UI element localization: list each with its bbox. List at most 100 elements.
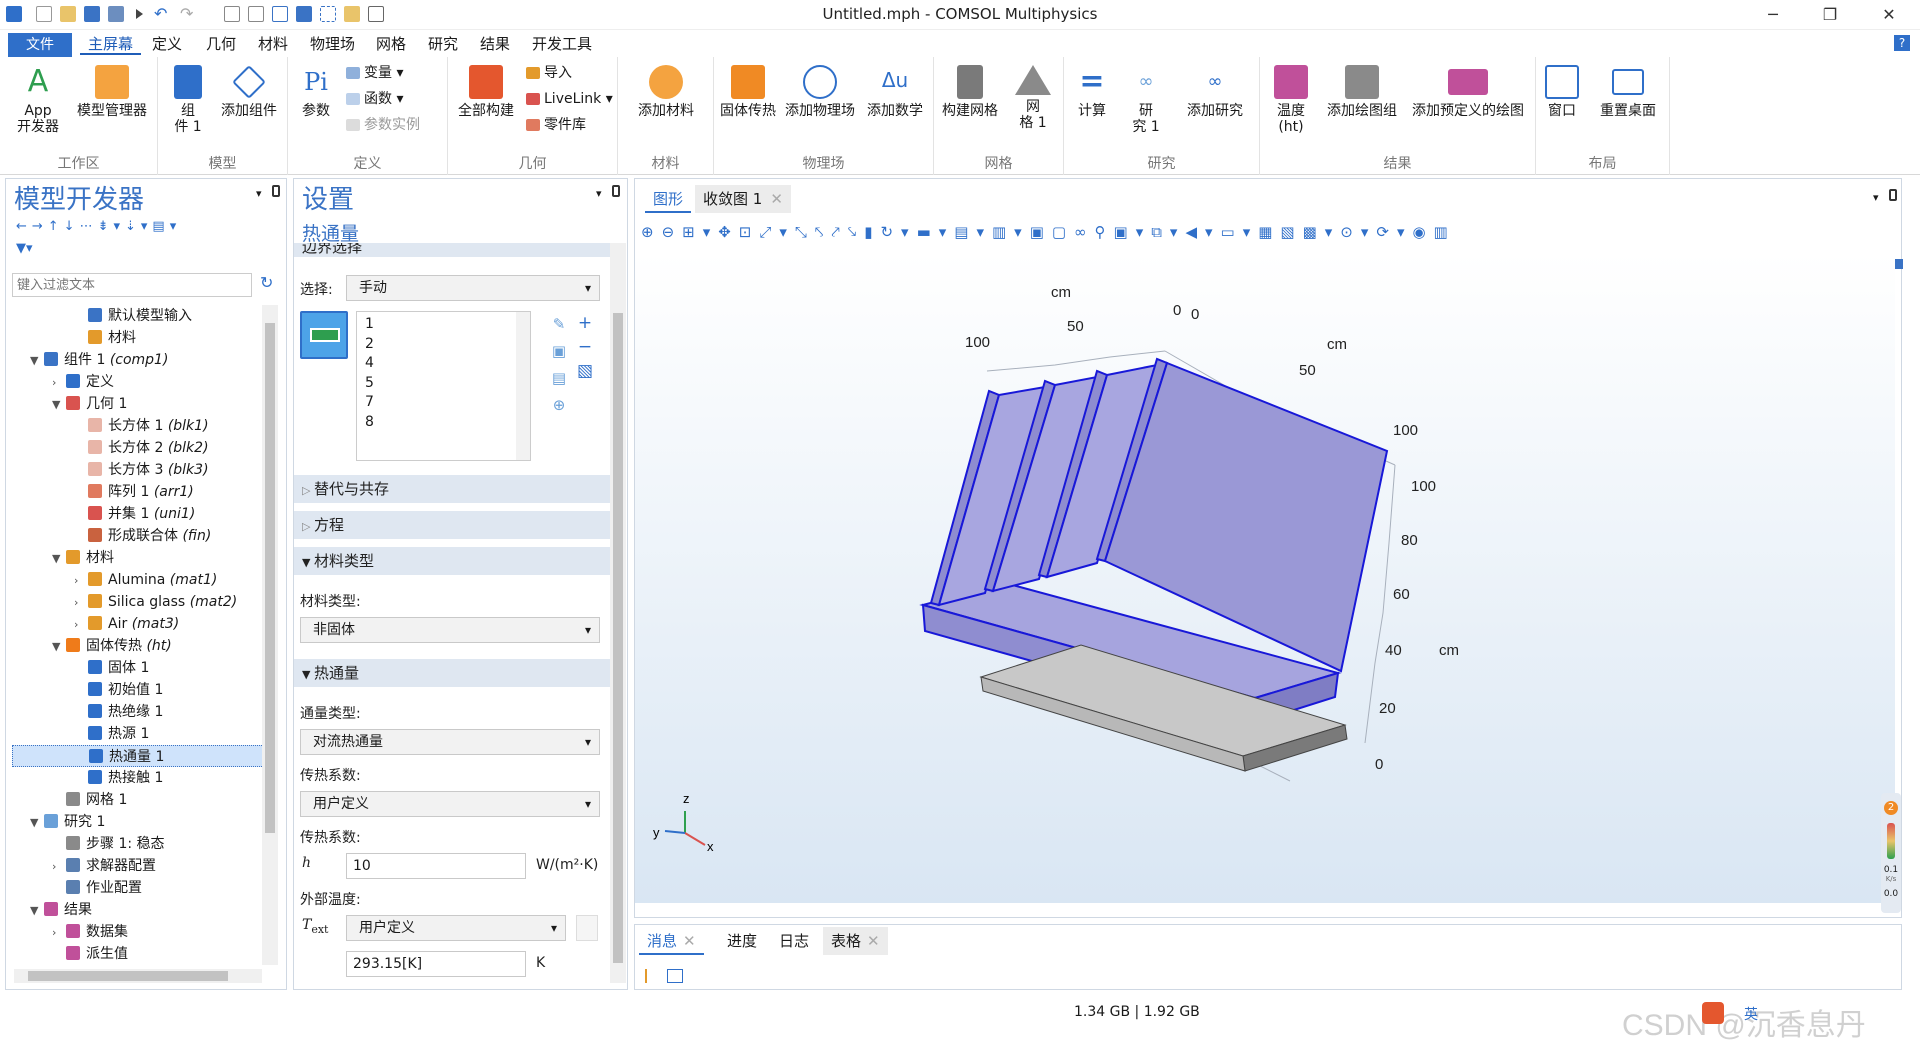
tree-item[interactable]: 默认模型输入 xyxy=(12,305,264,327)
messages-window-icon[interactable] xyxy=(667,969,683,983)
filter-tree-icon[interactable]: ▼▾ xyxy=(16,241,33,256)
tree-item[interactable]: 网格 1 xyxy=(12,789,264,811)
menu-results[interactable]: 结果 xyxy=(472,33,518,55)
expand-caret-icon[interactable]: › xyxy=(74,570,88,592)
study-1-button[interactable]: ∞ 研 究 1 xyxy=(1120,65,1172,135)
tree-item[interactable]: 材料 xyxy=(12,327,264,349)
material-type-section[interactable]: ▼ 材料类型 xyxy=(294,547,610,575)
ime-language[interactable]: 英 xyxy=(1744,1004,1758,1024)
add-physics-button[interactable]: 添加物理场 xyxy=(780,65,860,119)
pin-icon[interactable] xyxy=(272,185,280,197)
reset-desktop-button[interactable]: 重置桌面 xyxy=(1590,65,1666,119)
side-widget[interactable]: 2 0.1 K/s 0.0 xyxy=(1881,793,1901,913)
tree-item[interactable]: 作业配置 xyxy=(12,877,264,899)
tree-item[interactable]: 派生值 xyxy=(12,943,264,965)
boundary-list-item[interactable]: 5 xyxy=(365,375,522,395)
menu-materials[interactable]: 材料 xyxy=(250,33,296,55)
ime-logo-icon[interactable] xyxy=(1702,1002,1724,1024)
expand-caret-icon[interactable]: › xyxy=(52,922,66,944)
material-type-combo[interactable]: 非固体 xyxy=(300,617,600,643)
menu-geometry[interactable]: 几何 xyxy=(198,33,244,55)
menu-developer[interactable]: 开发工具 xyxy=(524,33,600,55)
tree-item[interactable]: 并集 1 (uni1) xyxy=(12,503,264,525)
equation-section[interactable]: ▷ 方程 xyxy=(294,511,610,539)
tree-item[interactable]: › 定义 xyxy=(12,371,264,393)
expand-caret-icon[interactable]: › xyxy=(52,856,66,878)
tree-item[interactable]: ▼ 组件 1 (comp1) xyxy=(12,349,264,371)
tab-messages[interactable]: 消息 ✕ xyxy=(639,927,704,955)
tree-item[interactable]: 步骤 1: 稳态 xyxy=(12,833,264,855)
expand-caret-icon[interactable]: ▼ xyxy=(52,548,66,570)
tree-scrollbar[interactable] xyxy=(262,305,278,965)
expand-caret-icon[interactable]: ▼ xyxy=(30,900,44,922)
add-plot-group-button[interactable]: 添加绘图组 xyxy=(1322,65,1402,119)
tab-log[interactable]: 日志 xyxy=(771,927,817,955)
expand-caret-icon[interactable]: ▼ xyxy=(30,812,44,834)
boundary-selection-header[interactable]: 边界选择 xyxy=(294,243,610,257)
filter-input[interactable] xyxy=(12,273,252,297)
tree-item[interactable]: 阵列 1 (arr1) xyxy=(12,481,264,503)
expand-caret-icon[interactable]: › xyxy=(52,372,66,394)
menu-study[interactable]: 研究 xyxy=(420,33,466,55)
app-builder-button[interactable]: A App 开发器 xyxy=(8,65,68,136)
expand-caret-icon[interactable]: › xyxy=(74,592,88,614)
tree-item[interactable]: › Silica glass (mat2) xyxy=(12,591,264,613)
import-button[interactable]: 导入 xyxy=(526,61,572,85)
selection-tools[interactable]: ✎ ▣ ▤ ⊕ xyxy=(550,311,568,419)
expand-caret-icon[interactable]: ▼ xyxy=(52,394,66,416)
tree-item[interactable]: 固体 1 xyxy=(12,657,264,679)
boundary-list-item[interactable]: 1 xyxy=(365,316,522,336)
close-button[interactable]: ✕ xyxy=(1866,2,1912,28)
menu-mesh[interactable]: 网格 xyxy=(368,33,414,55)
livelink-button[interactable]: LiveLink ▾ xyxy=(526,87,613,111)
heat-flux-section[interactable]: ▼ 热通量 xyxy=(294,659,610,687)
tree-item[interactable]: ▼ 研究 1 xyxy=(12,811,264,833)
active-toggle-button[interactable] xyxy=(300,311,348,359)
ext-temp-combo[interactable]: 用户定义 xyxy=(346,915,566,941)
htc-combo[interactable]: 用户定义 xyxy=(300,791,600,817)
part-library-button[interactable]: 零件库 xyxy=(526,113,586,137)
build-all-button[interactable]: 全部构建 xyxy=(454,65,518,119)
expand-caret-icon[interactable]: ▼ xyxy=(52,636,66,658)
clear-messages-icon[interactable] xyxy=(645,969,659,983)
tree-item[interactable]: 长方体 3 (blk3) xyxy=(12,459,264,481)
panel-menu-icon[interactable]: ▾ xyxy=(256,187,262,200)
build-mesh-button[interactable]: 构建网格 xyxy=(938,65,1002,119)
functions-button[interactable]: 函数 ▾ xyxy=(346,87,403,111)
add-study-button[interactable]: ∞ 添加研究 xyxy=(1176,65,1254,119)
panel-menu-icon[interactable]: ▾ xyxy=(1873,191,1879,204)
tree-item[interactable]: ▼ 固体传热 (ht) xyxy=(12,635,264,657)
model-manager-button[interactable]: 模型管理器 xyxy=(70,65,154,119)
menu-home[interactable]: 主屏幕 xyxy=(80,33,142,55)
boundary-list[interactable]: 124578 xyxy=(356,311,531,461)
tree-item[interactable]: 长方体 2 (blk2) xyxy=(12,437,264,459)
add-remove-tools[interactable]: + − ▧ xyxy=(576,311,594,381)
add-component-button[interactable]: 添加组件 xyxy=(214,65,284,119)
tree-item[interactable]: 热接触 1 xyxy=(12,767,264,789)
add-math-button[interactable]: Δu 添加数学 xyxy=(862,65,928,119)
tree-item[interactable]: 热绝缘 1 xyxy=(12,701,264,723)
tab-progress[interactable]: 进度 xyxy=(719,927,765,955)
tab-table[interactable]: 表格 ✕ xyxy=(823,927,888,955)
windows-button[interactable]: 窗口 xyxy=(1540,65,1584,119)
settings-scrollbar[interactable] xyxy=(610,243,626,983)
add-predefined-plot-button[interactable]: 添加预定义的绘图 xyxy=(1404,65,1532,119)
override-section[interactable]: ▷ 替代与共存 xyxy=(294,475,610,503)
menu-physics[interactable]: 物理场 xyxy=(302,33,363,55)
tree-hscrollbar[interactable] xyxy=(14,969,262,983)
expand-caret-icon[interactable]: ▼ xyxy=(30,350,44,372)
tree-item[interactable]: › 求解器配置 xyxy=(12,855,264,877)
go-to-source-button[interactable] xyxy=(576,915,598,941)
boundary-list-item[interactable]: 8 xyxy=(365,414,522,434)
temperature-plot-button[interactable]: 温度 (ht) xyxy=(1264,65,1318,135)
tree-item[interactable]: 热通量 1 xyxy=(12,745,264,767)
tree-toolbar[interactable]: ←→↑↓⋯⇟▾⇣▾▤▾ xyxy=(16,219,181,234)
selection-combo[interactable]: 手动 xyxy=(346,275,600,301)
component-button[interactable]: 组 件 1 xyxy=(166,65,210,135)
tree-item[interactable]: ▼ 结果 xyxy=(12,899,264,921)
expand-caret-icon[interactable]: › xyxy=(74,614,88,636)
tree-item[interactable]: › Alumina (mat1) xyxy=(12,569,264,591)
parameter-case-button[interactable]: 参数实例 xyxy=(346,113,420,137)
heat-transfer-solids-button[interactable]: 固体传热 xyxy=(716,65,780,119)
list-scrollbar[interactable] xyxy=(516,312,530,460)
